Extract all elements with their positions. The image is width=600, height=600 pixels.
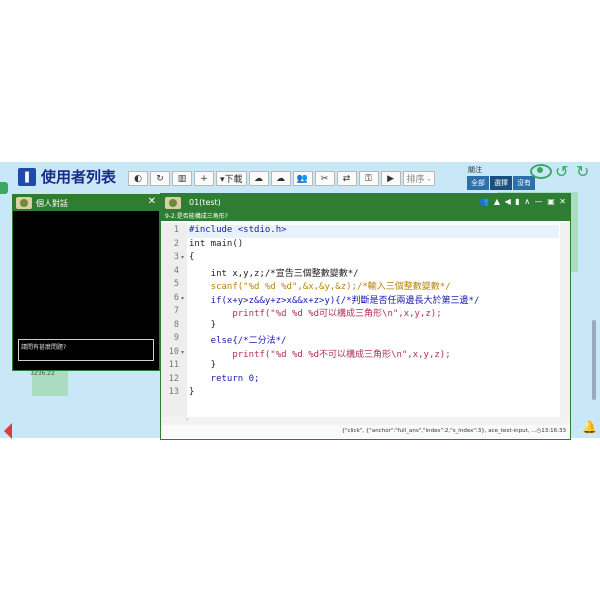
code-line: printf("%d %d %d可以構成三角形\n",x,y,z); — [189, 309, 442, 319]
code-line: scanf("%d %d %d",&x,&y,&z);/*輸入三個整數變數*/ — [189, 282, 451, 292]
refresh-button[interactable]: ↻ — [150, 171, 170, 186]
add-button[interactable]: + — [194, 171, 214, 186]
line-number: 1 — [173, 225, 179, 235]
background-value: 3236.22 — [30, 370, 55, 377]
vertical-scrollbar[interactable] — [560, 223, 570, 417]
code-line: return 0; — [189, 373, 260, 384]
swap-button[interactable]: ⇄ — [336, 171, 357, 186]
code-line: } — [189, 319, 217, 330]
code-window-header[interactable]: 01(test) 👥 ▲ ◀ ▮ ∧ — ▣ ✕ — [161, 194, 570, 212]
fold-icon[interactable]: ▾ — [181, 295, 184, 302]
toggle-button[interactable]: ◐ — [128, 171, 148, 186]
filter-none[interactable]: 沒有 — [513, 176, 536, 190]
left-arrow-icon[interactable] — [4, 423, 12, 439]
filter-all[interactable]: 全部 — [467, 176, 490, 190]
code-line: printf("%d %d %d不可以構成三角形\n",x,y,z); — [189, 349, 451, 360]
redo-icon[interactable]: ↻ — [576, 162, 589, 181]
chat-title: 個人對話 — [36, 198, 68, 208]
scissors-button[interactable]: ✂ — [314, 171, 335, 186]
code-window-title: 01(test) — [189, 198, 221, 207]
undo-icon[interactable]: ↺ — [555, 162, 568, 181]
line-number: 12 — [168, 373, 179, 384]
scrollbar[interactable] — [592, 320, 596, 400]
page-title: 使用者列表 — [41, 168, 117, 186]
line-number: 13 — [168, 387, 179, 397]
code-window: 01(test) 👥 ▲ ◀ ▮ ∧ — ▣ ✕ 9-2.是否能構成三角形? 1… — [160, 193, 571, 440]
chat-window: 個人對話 ✕ 請問有甚麼問題? — [12, 194, 160, 371]
users-button[interactable]: 👥 — [292, 171, 313, 186]
window-controls[interactable]: 👥 ▲ ◀ ▮ ∧ — ▣ ✕ — [479, 197, 567, 206]
key-button[interactable]: ⚿ — [358, 171, 379, 186]
code-window-subtitle: 9-2.是否能構成三角形? — [161, 212, 570, 221]
line-number: 6 — [173, 292, 179, 303]
status-bar: {"click", {"anchor":"full_ans","index":2… — [161, 425, 570, 438]
status-text: {"click", {"anchor":"full_ans","index":2… — [341, 428, 566, 434]
side-tab-handle[interactable] — [0, 182, 8, 194]
page-header: ❚ 使用者列表 — [18, 166, 116, 187]
cloud-download-button[interactable]: ☁ — [270, 171, 291, 186]
line-number: 7 — [173, 306, 179, 316]
line-number: 10 — [168, 346, 179, 357]
user-list-icon: ❚ — [18, 167, 36, 186]
fold-icon[interactable]: ▾ — [181, 254, 184, 261]
avatar — [16, 197, 32, 209]
cloud-upload-button[interactable]: ☁ — [248, 171, 269, 186]
code-line: else{/*二分法*/ — [189, 336, 287, 346]
youtube-button[interactable]: ▶ — [380, 171, 401, 186]
line-number: 3 — [173, 252, 179, 262]
toolbar: ◐ ↻ ▥ + ▾下載 ☁ ☁ 👥 ✂ ⇄ ⚿ ▶ 排序 - — [128, 171, 437, 186]
avatar — [165, 197, 181, 209]
code-editor[interactable]: 1 2 3 ▾ 4 5 6 ▾ 7 8 9 10 ▾ 11 12 13 #inc… — [161, 223, 559, 417]
line-number: 8 — [173, 319, 179, 330]
horizontal-scrollbar[interactable]: ‹ — [161, 416, 570, 425]
line-number: 5 — [173, 279, 179, 289]
eye-icon[interactable] — [530, 164, 552, 179]
chat-header[interactable]: 個人對話 ✕ — [13, 195, 159, 211]
sort-select[interactable]: 排序 - — [402, 171, 435, 186]
download-button[interactable]: ▾下載 — [216, 171, 247, 186]
code-line: int x,y,z;/*宣告三個整數變數*/ — [189, 268, 359, 279]
code-line: } — [189, 360, 217, 370]
scroll-left-icon[interactable]: ‹ — [186, 416, 188, 423]
close-icon[interactable]: ✕ — [148, 196, 156, 207]
follow-label: 關注 — [468, 166, 482, 174]
filter-group: 全部 選擇 沒有 — [467, 176, 536, 190]
bell-icon[interactable]: 🔔 — [582, 420, 597, 434]
chat-input[interactable]: 請問有甚麼問題? — [18, 339, 154, 361]
code-line: } — [189, 387, 195, 397]
code-line: if(x+y>z&&y+z>x&&x+z>y){/*判斷是否任兩邊長大於第三邊*… — [189, 295, 480, 306]
line-number: 4 — [173, 265, 179, 276]
line-number: 2 — [173, 238, 179, 249]
filter-selected[interactable]: 選擇 — [490, 176, 513, 190]
line-number: 11 — [168, 360, 179, 370]
fold-icon[interactable]: ▾ — [181, 349, 184, 356]
line-number: 9 — [173, 333, 179, 343]
code-line: int main() — [189, 238, 244, 249]
chart-button[interactable]: ▥ — [172, 171, 192, 186]
code-line: #include <stdio.h> — [189, 225, 287, 235]
code-line: { — [189, 252, 195, 262]
